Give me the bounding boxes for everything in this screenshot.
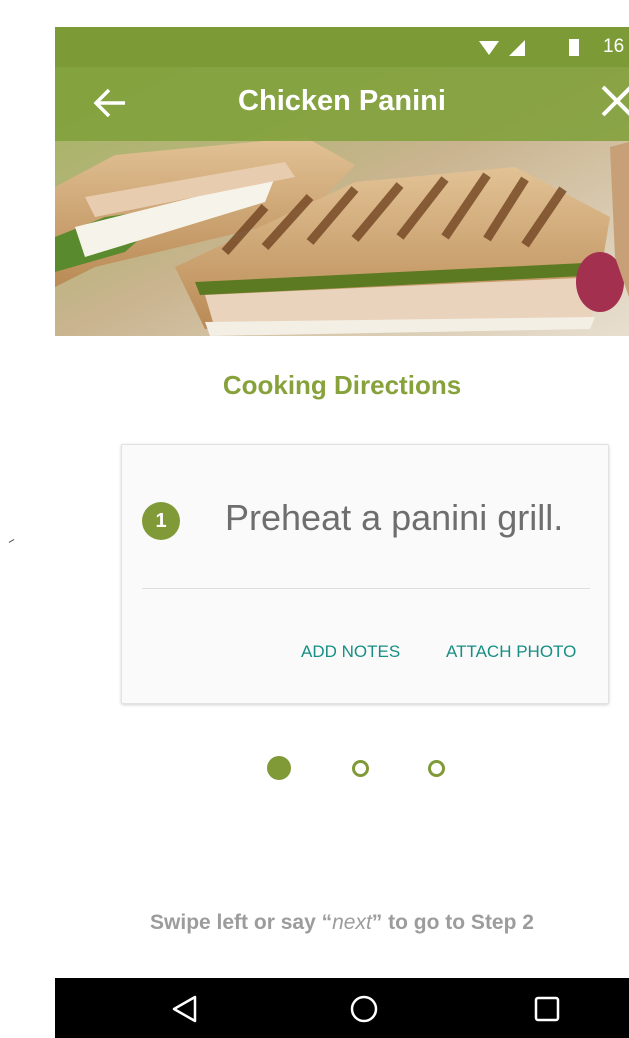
add-notes-button[interactable]: ADD NOTES: [301, 642, 400, 662]
pager-dot[interactable]: [352, 760, 369, 777]
recents-square-icon[interactable]: [530, 992, 564, 1026]
pager-dot[interactable]: [428, 760, 445, 777]
hint-suffix: ” to go to Step 2: [371, 911, 534, 934]
wifi-icon: [479, 41, 499, 55]
close-icon[interactable]: [597, 81, 629, 121]
step-card: 1 Preheat a panini grill. ADD NOTES ATTA…: [121, 444, 609, 704]
home-circle-icon[interactable]: [347, 992, 381, 1026]
signal-icon: [509, 40, 525, 56]
pager-dot-active[interactable]: [267, 756, 291, 780]
card-divider: [142, 588, 590, 589]
status-bar: 16: [55, 27, 629, 67]
attach-photo-button[interactable]: ATTACH PHOTO: [446, 642, 576, 662]
app-bar: Chicken Panini: [55, 67, 629, 141]
edge-mark: [8, 538, 18, 549]
page-title: Chicken Panini: [238, 85, 446, 117]
step-instruction: Preheat a panini grill.: [225, 497, 564, 538]
swipe-hint: Swipe left or say “next” to go to Step 2: [55, 911, 629, 935]
hint-prefix: Swipe left or say “: [150, 911, 333, 934]
status-time: 16: [603, 36, 625, 57]
section-title: Cooking Directions: [222, 370, 462, 400]
back-triangle-icon[interactable]: [168, 992, 202, 1026]
system-nav-bar: [55, 978, 629, 1038]
hint-keyword: next: [332, 911, 372, 934]
battery-icon: [569, 39, 579, 56]
phone-screen: 16 Chicken Panini Cooking Directions 1 P…: [55, 27, 629, 1038]
step-number-badge: 1: [142, 502, 180, 540]
